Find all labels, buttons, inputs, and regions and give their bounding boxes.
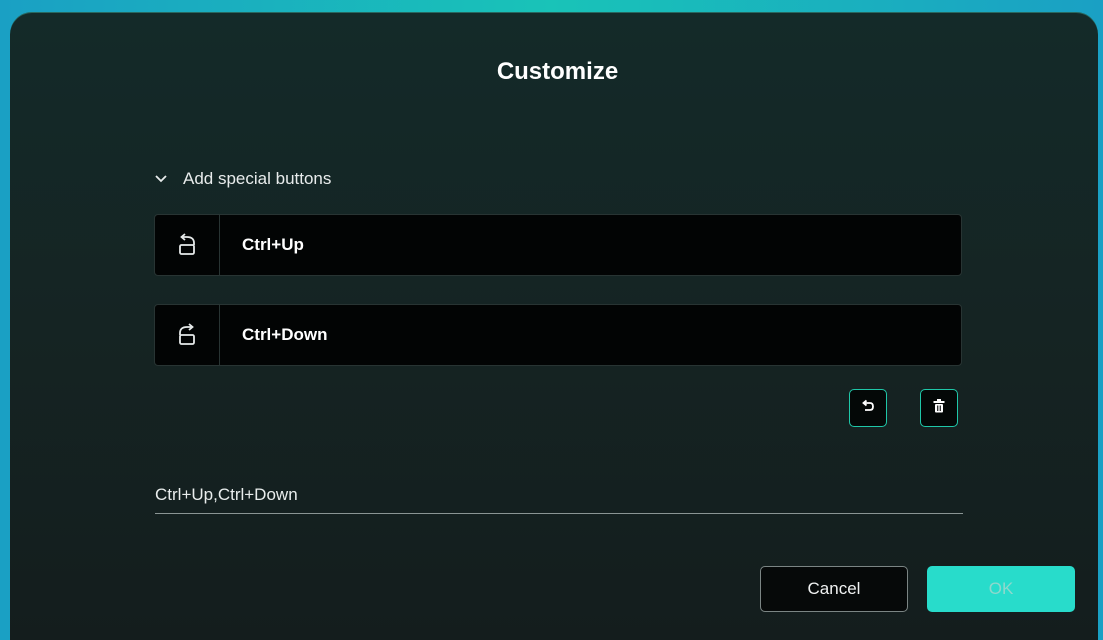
add-special-buttons-toggle[interactable]: Add special buttons	[153, 169, 331, 189]
undo-button[interactable]	[849, 389, 887, 427]
customize-dialog: Customize Add special buttons Ctrl+Up Ct…	[10, 12, 1098, 640]
delete-button[interactable]	[920, 389, 958, 427]
dialog-title: Customize	[496, 58, 619, 85]
rotate-cw-icon	[155, 305, 220, 365]
cancel-button[interactable]: Cancel	[760, 566, 908, 612]
undo-icon	[860, 398, 876, 419]
key-row-ctrl-down[interactable]: Ctrl+Down	[154, 304, 962, 366]
window-frame: Customize Add special buttons Ctrl+Up Ct…	[0, 0, 1103, 640]
chevron-down-icon	[153, 171, 169, 187]
section-label: Add special buttons	[183, 169, 332, 188]
rotate-ccw-icon	[155, 215, 220, 275]
key-label-ctrl-up: Ctrl+Up	[242, 235, 304, 254]
ok-button[interactable]: OK	[927, 566, 1075, 612]
key-label-ctrl-down: Ctrl+Down	[242, 325, 328, 344]
shortcut-value-field[interactable]: Ctrl+Up,Ctrl+Down	[155, 482, 963, 514]
key-row-ctrl-up[interactable]: Ctrl+Up	[154, 214, 962, 276]
trash-icon	[932, 398, 946, 419]
